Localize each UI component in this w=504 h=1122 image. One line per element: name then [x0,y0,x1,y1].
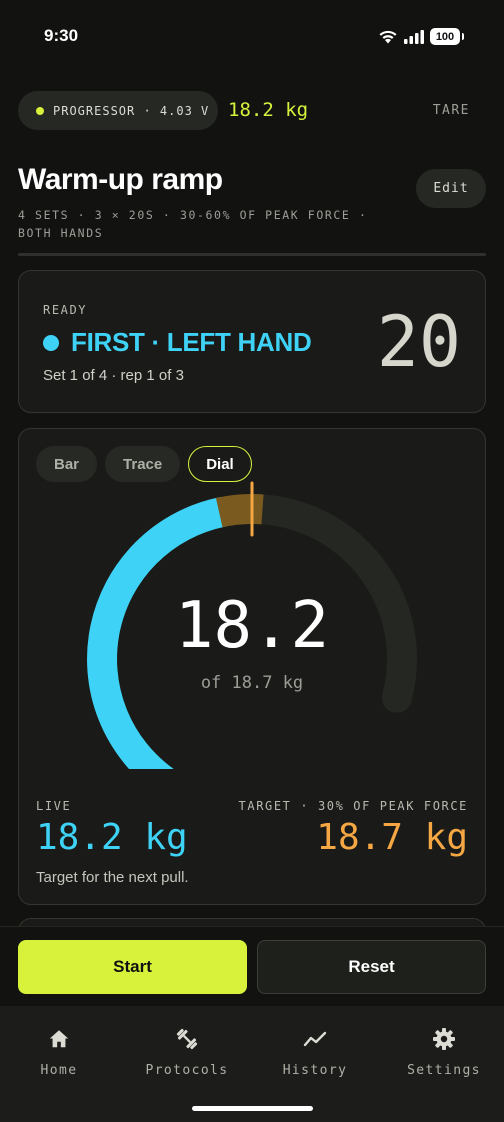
protocol-meta: 4 SETS · 3 × 20S · 30-60% OF PEAK FORCE … [18,208,368,240]
tab-home[interactable]: Home [4,1026,114,1078]
device-weight: 18.2 kg [228,99,309,121]
protocol-title: Warm-up ramp [18,163,223,196]
tab-history[interactable]: History [260,1026,370,1078]
battery-icon: 100 [430,28,464,45]
tab-settings-label: Settings [407,1063,481,1078]
set-progress: Set 1 of 4 · rep 1 of 3 [43,367,184,384]
action-bar: Start Reset [0,926,504,1006]
home-icon [46,1026,72,1052]
tab-home-label: Home [40,1063,78,1078]
ready-card: READY FIRST · LEFT HAND Set 1 of 4 · rep… [18,270,486,413]
countdown: 20 [376,301,461,383]
bottom-tab-bar: Home Protocols History Settings [0,1006,504,1122]
home-indicator [192,1106,313,1111]
status-icons: 100 [378,28,464,45]
start-button[interactable]: Start [18,940,247,994]
phase-dot-icon [43,334,59,351]
status-time: 9:30 [44,26,79,45]
edit-button[interactable]: Edit [416,169,486,208]
phase-row: FIRST · LEFT HAND [43,327,312,358]
device-label: PROGRESSOR · 4.03 V [53,103,210,118]
gear-icon [431,1026,457,1052]
reset-button[interactable]: Reset [257,940,486,994]
tab-history-label: History [282,1063,348,1078]
phase-title: FIRST · LEFT HAND [71,327,312,357]
gauge-card: Bar Trace Dial 18.2 of 18.7 kg LIVE TARG… [18,428,486,905]
tab-protocols[interactable]: Protocols [132,1026,242,1078]
connection-dot-icon [36,106,44,115]
trend-icon [302,1026,328,1052]
hint-text: Target for the next pull. [36,869,189,886]
gauge-target-subtitle: of 18.7 kg [200,673,304,693]
tab-protocols-label: Protocols [145,1063,229,1078]
live-label: LIVE [36,799,72,813]
target-label: TARGET · 30% OF PEAK FORCE [238,799,468,813]
header-divider [18,253,486,256]
live-value: 18.2 kg [36,817,188,858]
dial-target-zone [215,494,264,528]
wifi-icon [379,30,397,44]
device-status-pill[interactable]: PROGRESSOR · 4.03 V [18,91,218,130]
dumbbell-icon [174,1026,200,1052]
gauge-value: 18.2 [174,589,330,663]
ready-label: READY [43,303,88,317]
status-bar: 9:30 100 [0,0,504,74]
signal-icon [404,29,424,44]
tare-button[interactable]: TARE [433,103,470,118]
target-value: 18.7 kg [316,817,468,858]
tab-settings[interactable]: Settings [389,1026,499,1078]
